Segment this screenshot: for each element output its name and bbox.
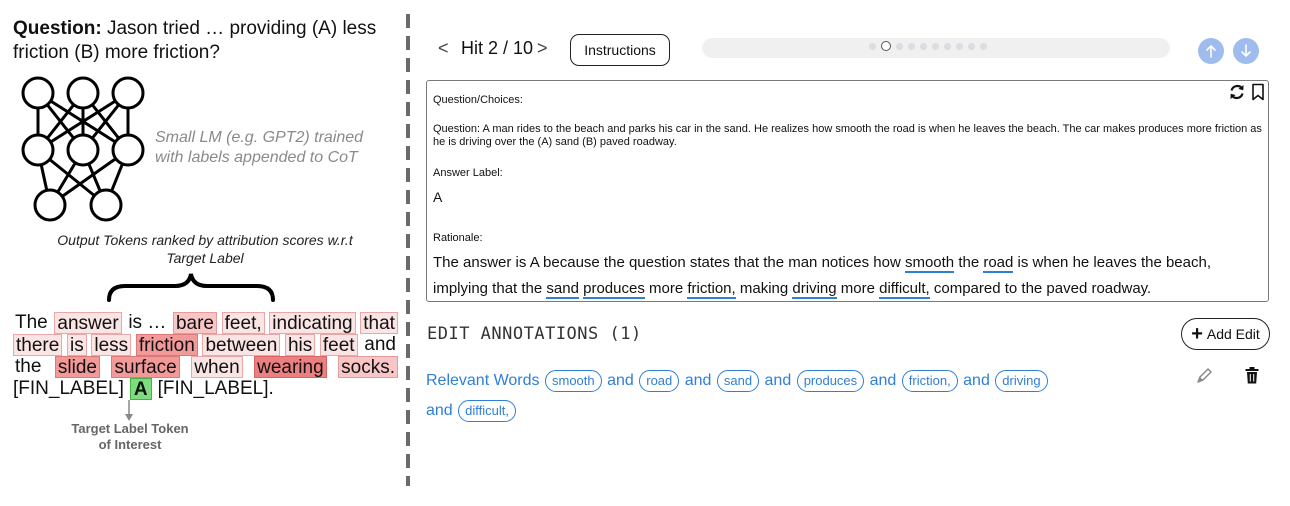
progress-dot[interactable] <box>956 42 963 50</box>
bookmark-icon[interactable] <box>1251 83 1265 101</box>
edit-annotations-title: EDIT ANNOTATIONS (1) <box>427 324 642 344</box>
rationale-highlight-word[interactable]: smooth <box>904 254 955 273</box>
add-edit-button[interactable]: + Add Edit <box>1181 318 1270 350</box>
token-highlighted: his <box>284 334 316 356</box>
answer-label-heading: Answer Label: <box>433 167 503 179</box>
token-highlighted: feet <box>319 334 358 356</box>
token: [FIN_LABEL] <box>13 378 124 399</box>
previous-hit-button[interactable]: < <box>438 38 449 59</box>
rationale-heading: Rationale: <box>433 232 483 244</box>
relevant-words-list: Relevant Words smooth and road and sand … <box>426 366 1126 426</box>
token: the <box>15 356 42 377</box>
token-highlighted: when <box>191 356 243 378</box>
token: [FIN_LABEL]. <box>157 378 274 399</box>
progress-dot[interactable] <box>896 42 903 50</box>
cot-output-text: The answer is … bare feet, indicating th… <box>13 312 398 400</box>
target-label-caption: Target Label Token of Interest <box>71 421 189 452</box>
rationale-highlight-word[interactable]: produces <box>583 280 645 299</box>
token-highlighted: wearing <box>254 356 327 378</box>
next-hit-button[interactable]: > <box>537 38 548 59</box>
token: The <box>15 312 48 333</box>
rationale-highlight-word[interactable]: friction, <box>687 280 736 299</box>
word-chip[interactable]: produces <box>796 370 865 392</box>
target-label-token: A <box>129 378 152 400</box>
progress-dot[interactable] <box>908 42 915 50</box>
output-tokens-caption: Output Tokens ranked by attribution scor… <box>57 232 353 266</box>
question-choices-label: Question/Choices: <box>433 94 523 106</box>
token-highlighted: answer <box>54 312 122 334</box>
progress-dot[interactable] <box>968 42 975 50</box>
word-chip[interactable]: smooth <box>544 370 602 392</box>
token-highlighted: feet, <box>221 312 265 334</box>
down-arrow-icon <box>125 400 133 421</box>
instructions-button[interactable]: Instructions <box>570 34 670 66</box>
answer-label-value: A <box>433 189 443 205</box>
pencil-icon[interactable] <box>1195 366 1213 386</box>
token-highlighted: bare <box>172 312 217 334</box>
neural-network-icon <box>21 76 145 222</box>
token-highlighted: socks. <box>338 356 398 378</box>
token-highlighted: friction <box>135 334 198 356</box>
word-chip[interactable]: sand <box>716 370 760 392</box>
token-highlighted: slide <box>54 356 100 378</box>
token: and <box>364 334 396 355</box>
token-highlighted: surface <box>111 356 180 378</box>
hit-counter: Hit 2 / 10 <box>461 38 534 58</box>
up-arrow-icon[interactable] <box>1198 38 1224 64</box>
progress-dot[interactable] <box>980 42 987 50</box>
plus-icon: + <box>1191 323 1203 345</box>
token-highlighted: between <box>202 334 281 356</box>
model-caption: Small LM (e.g. GPT2) trained with labels… <box>155 129 364 166</box>
down-arrow-icon[interactable] <box>1233 38 1259 64</box>
question-text: Question: Jason tried … providing (A) le… <box>13 18 377 63</box>
word-chip[interactable]: friction, <box>901 370 958 392</box>
progress-dot-current[interactable] <box>881 41 891 51</box>
progress-dot[interactable] <box>932 42 939 50</box>
token-highlighted: indicating <box>269 312 356 334</box>
word-chip[interactable]: road <box>639 370 680 392</box>
progress-dot[interactable] <box>944 42 951 50</box>
rationale-text: The answer is A because the question sta… <box>433 254 1212 299</box>
progress-dot[interactable] <box>869 42 876 50</box>
relevant-words-label: Relevant Words <box>426 372 540 389</box>
question-choices-text: Question: A man rides to the beach and p… <box>433 123 1262 148</box>
rationale-highlight-word[interactable]: driving <box>792 280 837 299</box>
token: is … <box>128 312 167 333</box>
progress-dots <box>869 41 987 51</box>
word-chip[interactable]: difficult, <box>458 400 516 422</box>
refresh-icon[interactable] <box>1228 83 1246 101</box>
word-chip[interactable]: driving <box>995 370 1048 392</box>
add-edit-label: Add Edit <box>1206 326 1260 342</box>
panel-divider <box>406 14 410 486</box>
rationale-highlight-word[interactable]: difficult, <box>879 280 930 299</box>
token-highlighted: there <box>13 334 63 356</box>
rationale-highlight-word[interactable]: road <box>983 254 1014 273</box>
token-highlighted: that <box>360 312 398 334</box>
rationale-highlight-word[interactable]: sand <box>546 280 579 299</box>
token-highlighted: is <box>66 334 87 356</box>
curly-brace <box>107 273 275 302</box>
progress-dot[interactable] <box>920 42 927 50</box>
trash-icon[interactable] <box>1244 366 1260 386</box>
token-highlighted: less <box>91 334 132 356</box>
